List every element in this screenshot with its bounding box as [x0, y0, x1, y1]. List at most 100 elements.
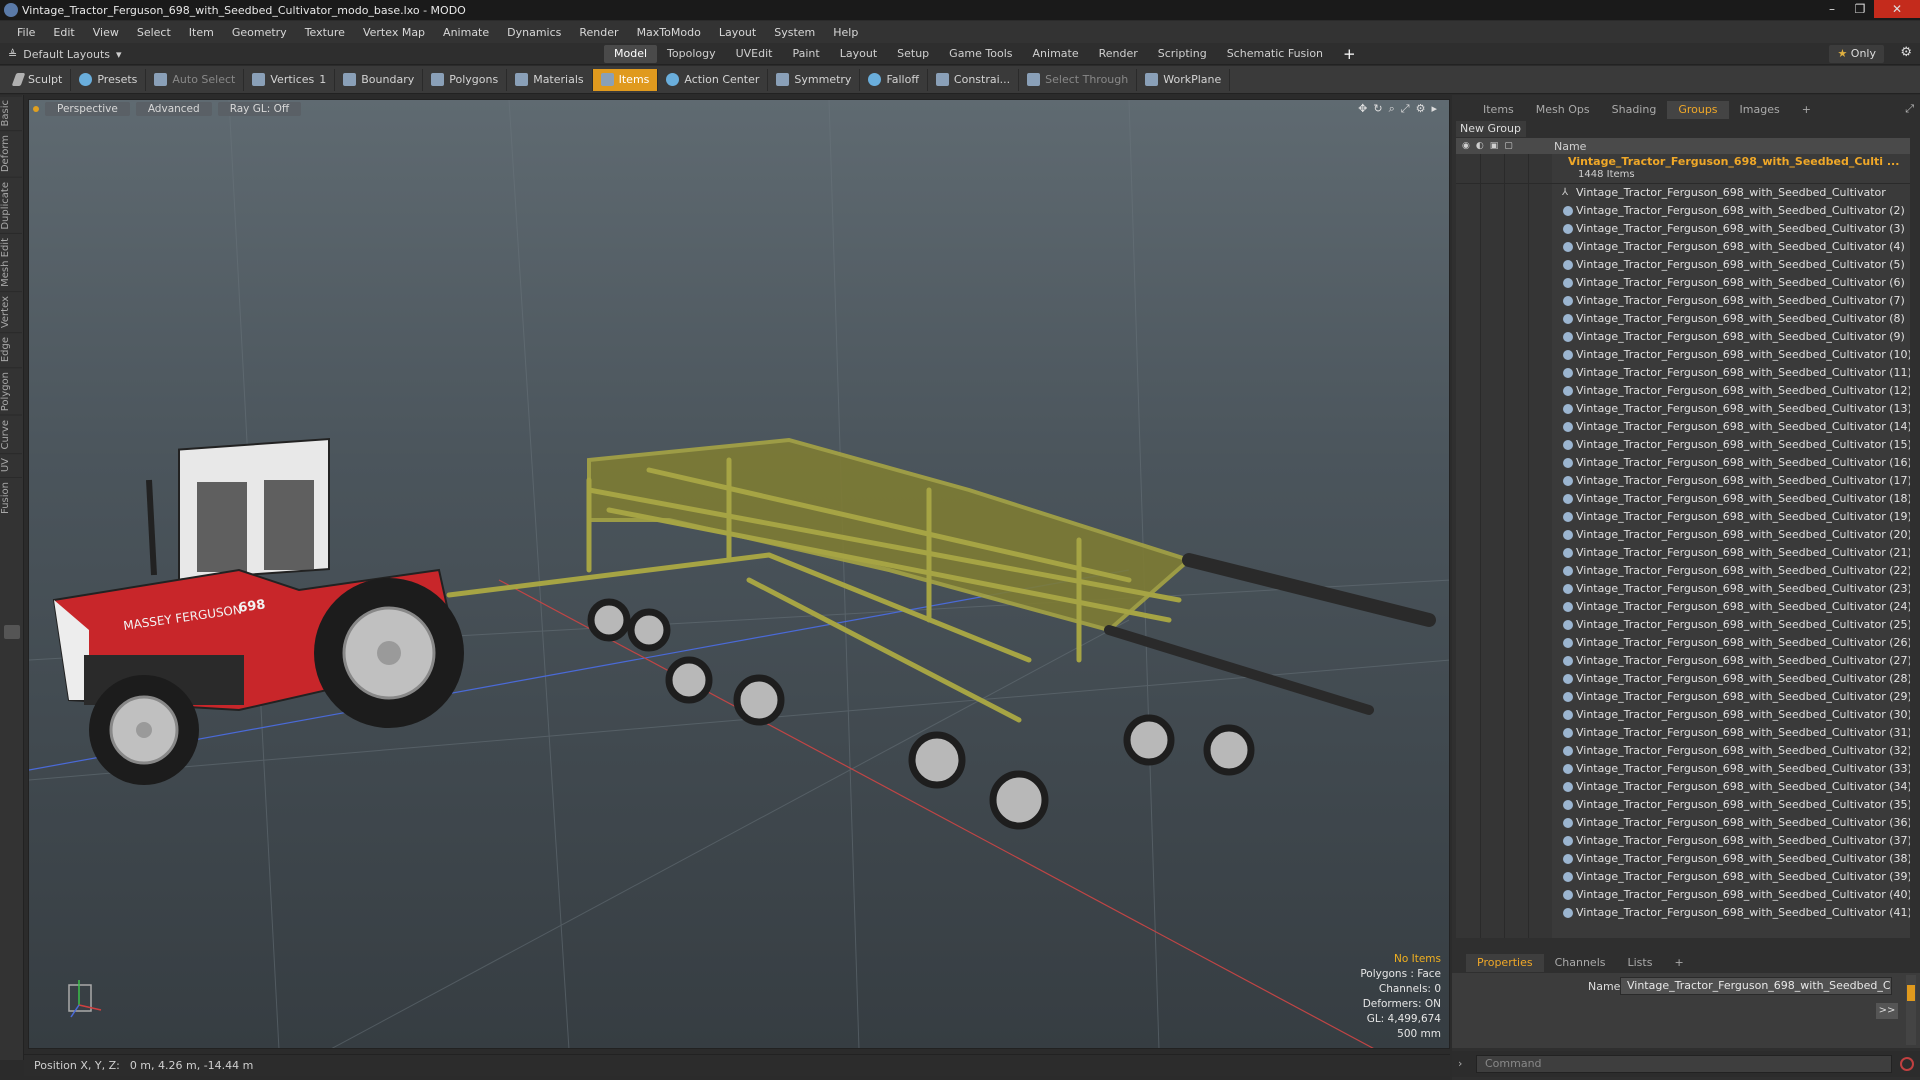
properties-scroll-thumb[interactable] [1907, 985, 1915, 1001]
close-button[interactable]: ✕ [1874, 0, 1920, 18]
fit-icon[interactable]: ⤢ [1401, 102, 1410, 116]
tab-schematic-fusion[interactable]: Schematic Fusion [1217, 45, 1333, 63]
list-item[interactable]: Vintage_Tractor_Ferguson_698_with_Seedbe… [1456, 868, 1910, 886]
tab-items[interactable]: Items [1472, 101, 1525, 119]
new-group-button[interactable]: New Group [1456, 121, 1526, 137]
items-button[interactable]: Items [592, 68, 659, 91]
list-item[interactable]: Vintage_Tractor_Ferguson_698_with_Seedbe… [1456, 346, 1910, 364]
menu-animate[interactable]: Animate [434, 26, 498, 39]
list-item[interactable]: Vintage_Tractor_Ferguson_698_with_Seedbe… [1456, 454, 1910, 472]
list-item[interactable]: Vintage_Tractor_Ferguson_698_with_Seedbe… [1456, 472, 1910, 490]
tab-shading[interactable]: Shading [1601, 101, 1668, 119]
visibility-eye-icon[interactable]: ◉ [1462, 141, 1470, 151]
list-item[interactable]: Vintage_Tractor_Ferguson_698_with_Seedbe… [1456, 850, 1910, 868]
tab-fusion[interactable]: Fusion [0, 476, 22, 518]
list-item[interactable]: Vintage_Tractor_Ferguson_698_with_Seedbe… [1456, 634, 1910, 652]
gear-icon[interactable]: ⚙ [1900, 45, 1912, 60]
list-item[interactable]: Vintage_Tractor_Ferguson_698_with_Seedbe… [1456, 400, 1910, 418]
list-item[interactable]: Vintage_Tractor_Ferguson_698_with_Seedbe… [1456, 814, 1910, 832]
tab-properties[interactable]: Properties [1466, 954, 1544, 972]
list-item[interactable]: Vintage_Tractor_Ferguson_698_with_Seedbe… [1456, 904, 1910, 922]
strip-expand-button[interactable] [4, 625, 20, 639]
menu-dynamics[interactable]: Dynamics [498, 26, 570, 39]
list-item[interactable]: Vintage_Tractor_Ferguson_698_with_Seedbe… [1456, 526, 1910, 544]
sculpt-button[interactable]: Sculpt [6, 68, 72, 91]
presets-button[interactable]: Presets [71, 68, 147, 91]
maximize-button[interactable]: ❐ [1846, 0, 1874, 18]
menu-maxtomodo[interactable]: MaxToModo [628, 26, 710, 39]
falloff-button[interactable]: Falloff [860, 68, 928, 91]
list-item[interactable]: Vintage_Tractor_Ferguson_698_with_Seedbe… [1456, 544, 1910, 562]
select-toggle-icon[interactable]: ▢ [1504, 141, 1513, 151]
tab-topology[interactable]: Topology [657, 45, 726, 63]
group-row[interactable]: Vintage_Tractor_Ferguson_698_with_Seedbe… [1456, 154, 1910, 184]
menu-select[interactable]: Select [128, 26, 180, 39]
list-item[interactable]: Vintage_Tractor_Ferguson_698_with_Seedbe… [1456, 310, 1910, 328]
default-layouts-dropdown[interactable]: ≜ Default Layouts ▾ [8, 46, 122, 62]
materials-button[interactable]: Materials [507, 68, 593, 91]
list-item[interactable]: Vintage_Tractor_Ferguson_698_with_Seedbe… [1456, 256, 1910, 274]
list-item[interactable]: Vintage_Tractor_Ferguson_698_with_Seedbe… [1456, 292, 1910, 310]
add-tab-button[interactable]: + [1333, 45, 1366, 63]
list-item[interactable]: Vintage_Tractor_Ferguson_698_with_Seedbe… [1456, 760, 1910, 778]
menu-file[interactable]: File [8, 26, 44, 39]
menu-vertex-map[interactable]: Vertex Map [354, 26, 434, 39]
menu-view[interactable]: View [84, 26, 128, 39]
list-item[interactable]: Vintage_Tractor_Ferguson_698_with_Seedbe… [1456, 652, 1910, 670]
tab-model[interactable]: Model [604, 45, 658, 63]
tab-uvedit[interactable]: UVEdit [726, 45, 783, 63]
expand-arrow-icon[interactable]: ▸ [1431, 102, 1437, 116]
tab-layout[interactable]: Layout [830, 45, 887, 63]
viewport-gear-icon[interactable]: ⚙ [1416, 102, 1426, 116]
name-field[interactable]: Vintage_Tractor_Ferguson_698_with_Seedbe… [1620, 977, 1892, 995]
list-item[interactable]: Vintage_Tractor_Ferguson_698_with_Seedbe… [1456, 418, 1910, 436]
list-item[interactable]: Vintage_Tractor_Ferguson_698_with_Seedbe… [1456, 274, 1910, 292]
minimize-button[interactable]: – [1818, 0, 1846, 18]
tab-images[interactable]: Images [1729, 101, 1791, 119]
list-item[interactable]: Vintage_Tractor_Ferguson_698_with_Seedbe… [1456, 436, 1910, 454]
constraints-button[interactable]: Constrai... [928, 68, 1020, 91]
action-center-button[interactable]: Action Center [658, 68, 769, 91]
tab-vertex[interactable]: Vertex [0, 291, 22, 333]
tab-groups[interactable]: Groups [1667, 101, 1729, 119]
tab-mesh-ops[interactable]: Mesh Ops [1525, 101, 1601, 119]
list-item[interactable]: Vintage_Tractor_Ferguson_698_with_Seedbe… [1456, 706, 1910, 724]
list-item[interactable]: Vintage_Tractor_Ferguson_698_with_Seedbe… [1456, 724, 1910, 742]
view-mode-button[interactable]: Perspective [45, 102, 130, 116]
symmetry-button[interactable]: Symmetry [768, 68, 861, 91]
list-item[interactable]: Vintage_Tractor_Ferguson_698_with_Seedbe… [1456, 202, 1910, 220]
list-item[interactable]: Vintage_Tractor_Ferguson_698_with_Seedbe… [1456, 580, 1910, 598]
tab-animate[interactable]: Animate [1023, 45, 1089, 63]
list-item[interactable]: Vintage_Tractor_Ferguson_698_with_Seedbe… [1456, 238, 1910, 256]
list-item[interactable]: Vintage_Tractor_Ferguson_698_with_Seedbe… [1456, 688, 1910, 706]
name-column-header[interactable]: Name [1552, 140, 1586, 153]
tab-lists[interactable]: Lists [1617, 954, 1664, 972]
auto-select-button[interactable]: Auto Select [146, 68, 245, 91]
menu-item[interactable]: Item [180, 26, 223, 39]
vertices-button[interactable]: Vertices 1 [244, 68, 336, 91]
list-item[interactable]: Vintage_Tractor_Ferguson_698_with_Seedbe… [1456, 742, 1910, 760]
menu-layout[interactable]: Layout [710, 26, 765, 39]
shading-mode-button[interactable]: Advanced [135, 102, 212, 116]
list-item[interactable]: ⅄ Vintage_Tractor_Ferguson_698_with_Seedb… [1456, 184, 1910, 202]
list-item[interactable]: Vintage_Tractor_Ferguson_698_with_Seedbe… [1456, 490, 1910, 508]
menu-geometry[interactable]: Geometry [223, 26, 296, 39]
list-item[interactable]: Vintage_Tractor_Ferguson_698_with_Seedbe… [1456, 220, 1910, 238]
tab-scripting[interactable]: Scripting [1148, 45, 1217, 63]
expand-properties-button[interactable]: >> [1876, 1003, 1898, 1019]
zoom-icon[interactable]: ⌕ [1389, 102, 1395, 116]
tab-basic[interactable]: Basic [0, 95, 22, 131]
list-item[interactable]: Vintage_Tractor_Ferguson_698_with_Seedbe… [1456, 364, 1910, 382]
boundary-button[interactable]: Boundary [335, 68, 424, 91]
polygons-button[interactable]: Polygons [423, 68, 508, 91]
tab-curve[interactable]: Curve [0, 414, 22, 454]
menu-render[interactable]: Render [570, 26, 627, 39]
list-item[interactable]: Vintage_Tractor_Ferguson_698_with_Seedbe… [1456, 796, 1910, 814]
add-panel-tab-button[interactable]: + [1791, 101, 1822, 119]
add-props-tab-button[interactable]: + [1663, 954, 1694, 972]
list-item[interactable]: Vintage_Tractor_Ferguson_698_with_Seedbe… [1456, 508, 1910, 526]
list-item[interactable]: Vintage_Tractor_Ferguson_698_with_Seedbe… [1456, 598, 1910, 616]
select-through-button[interactable]: Select Through [1019, 68, 1138, 91]
list-item[interactable]: Vintage_Tractor_Ferguson_698_with_Seedbe… [1456, 670, 1910, 688]
tab-mesh-edit[interactable]: Mesh Edit [0, 233, 22, 292]
